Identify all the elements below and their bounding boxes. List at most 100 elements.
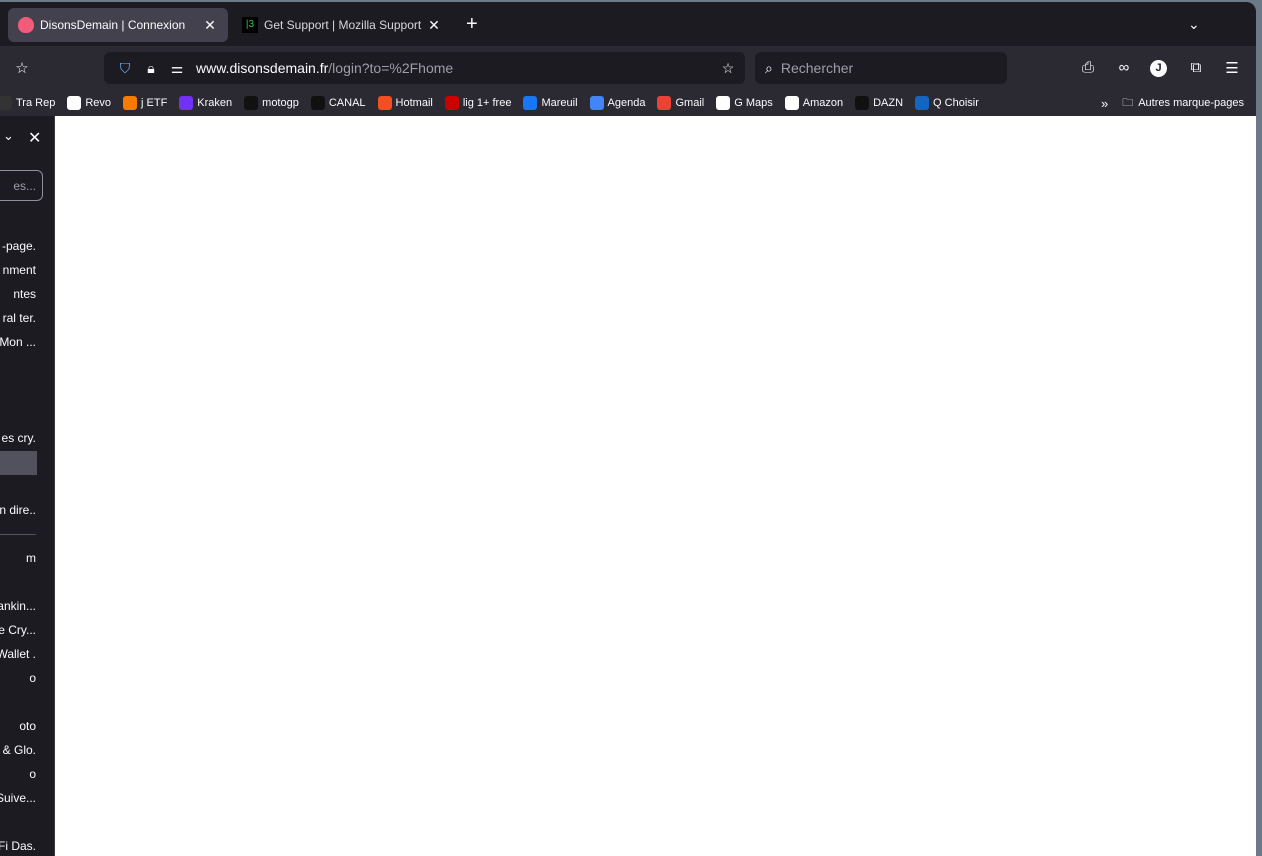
sidebar-bookmark-item[interactable]: o bbox=[29, 671, 36, 685]
browser-window: DisonsDemain | Connexion ✕ |3 Get Suppor… bbox=[0, 2, 1256, 856]
sidebar-bookmark-item[interactable]: n dire.. bbox=[0, 503, 36, 517]
bookmark-item[interactable]: Kraken bbox=[179, 96, 232, 110]
bookmark-item[interactable]: CANAL bbox=[310, 96, 366, 110]
bookmark-label: Hotmail bbox=[395, 97, 433, 109]
bookmark-item[interactable]: Mareuil bbox=[523, 96, 578, 110]
bookmark-favicon-icon bbox=[915, 96, 930, 110]
tab-disonsdemain[interactable]: DisonsDemain | Connexion ✕ bbox=[8, 8, 228, 42]
tab-bar: DisonsDemain | Connexion ✕ |3 Get Suppor… bbox=[0, 2, 1256, 46]
bookmark-favicon-icon bbox=[657, 96, 672, 110]
bookmark-favicon-icon bbox=[179, 96, 194, 110]
sidebar-bookmark-item[interactable]: Fi Das. bbox=[0, 839, 36, 853]
bookmark-item[interactable]: Amazon bbox=[784, 96, 843, 110]
bookmark-favicon-icon bbox=[444, 96, 459, 110]
bookmark-item[interactable]: Tra Rep bbox=[0, 96, 55, 110]
bookmark-page-icon[interactable]: ☆ bbox=[12, 59, 32, 77]
bookmark-favicon-icon bbox=[784, 96, 799, 110]
bookmark-item[interactable]: Agenda bbox=[589, 96, 646, 110]
sidebar-bookmark-item[interactable]: -page. bbox=[2, 239, 36, 253]
bookmark-label: G Maps bbox=[734, 97, 773, 109]
tab-title: DisonsDemain | Connexion bbox=[40, 18, 186, 32]
account-avatar[interactable]: J bbox=[1150, 60, 1167, 77]
bookmark-favicon-icon bbox=[67, 96, 82, 110]
bookmark-item[interactable]: Q Choisir bbox=[915, 96, 979, 110]
heart-icon bbox=[18, 17, 34, 33]
selected-item-highlight[interactable] bbox=[0, 451, 37, 475]
sidebar-bookmark-item[interactable]: nment bbox=[3, 263, 36, 277]
bookmark-favicon-icon bbox=[377, 96, 392, 110]
sidebar-bookmark-item[interactable]: Suive... bbox=[0, 791, 36, 805]
sidebar-bookmark-item[interactable]: ankin... bbox=[0, 599, 36, 613]
print-icon[interactable]: ⎙ bbox=[1078, 59, 1098, 76]
bookmark-label: lig 1+ free bbox=[462, 97, 512, 109]
sidebar-search-placeholder: es... bbox=[13, 179, 36, 193]
bookmark-label: motogp bbox=[262, 97, 299, 109]
bookmark-favicon-icon bbox=[589, 96, 604, 110]
new-tab-button[interactable]: + bbox=[466, 14, 478, 34]
bookmark-label: CANAL bbox=[328, 97, 366, 109]
bookmark-label: Mareuil bbox=[541, 97, 578, 109]
sidebar-bookmark-item[interactable]: ral ter. bbox=[3, 311, 36, 325]
search-placeholder: Rechercher bbox=[780, 60, 854, 76]
bookmark-favicon-icon bbox=[244, 96, 259, 110]
bookmark-label: j ETF bbox=[141, 97, 168, 109]
sidebar-bookmark-item[interactable]: Mon ... bbox=[0, 335, 36, 349]
bookmark-favicon-icon bbox=[523, 96, 538, 110]
star-icon[interactable]: ☆ bbox=[715, 60, 741, 77]
bookmark-item[interactable]: lig 1+ free bbox=[444, 96, 512, 110]
folder-icon: 🗀 bbox=[1122, 96, 1134, 109]
bookmark-item[interactable]: j ETF bbox=[123, 96, 167, 110]
bookmark-favicon-icon bbox=[855, 96, 870, 110]
shield-icon[interactable]: ⛉ bbox=[112, 60, 138, 77]
nav-toolbar: ☆ ⛉ 🔒︎ ⚌ www.disonsdemain.fr/login?to=%2… bbox=[0, 46, 1256, 90]
page-content bbox=[55, 116, 1256, 856]
bookmark-label: Agenda bbox=[607, 97, 646, 109]
bookmark-item[interactable]: motogp bbox=[244, 96, 299, 110]
bookmark-label: Gmail bbox=[675, 97, 705, 109]
lock-icon[interactable]: 🔒︎ bbox=[138, 60, 164, 77]
other-bookmarks-folder[interactable]: Autres marque-pages bbox=[1138, 97, 1244, 109]
bookmarks-toolbar: Tra Rep Revo j ETF Kraken motogp CANAL Hotmail… bbox=[0, 90, 1256, 116]
close-tab-icon[interactable]: ✕ bbox=[426, 17, 442, 34]
sidebar-bookmark-item[interactable]: e Cry... bbox=[0, 623, 36, 637]
tab-mozilla-support[interactable]: |3 Get Support | Mozilla Support ✕ bbox=[232, 8, 452, 42]
bookmark-item[interactable]: G Maps bbox=[716, 96, 773, 110]
chevron-down-icon[interactable]: ⌄ bbox=[3, 128, 14, 144]
bookmark-item[interactable]: Gmail bbox=[657, 96, 704, 110]
chevron-down-icon[interactable]: ⌄ bbox=[1188, 16, 1200, 33]
permissions-icon[interactable]: ⚌ bbox=[164, 60, 190, 77]
bookmark-item[interactable]: DAZN bbox=[855, 96, 903, 110]
sidebar-bookmark-item[interactable]: m bbox=[26, 551, 36, 565]
sidebar-bookmark-item[interactable]: & Glo. bbox=[3, 743, 36, 757]
menu-icon[interactable]: ☰ bbox=[1222, 59, 1242, 77]
divider bbox=[0, 534, 36, 535]
sidebar: ⌄ ✕ es... -page. nment ntes ral ter. Mon ... e… bbox=[0, 116, 55, 856]
tab-title: Get Support | Mozilla Support bbox=[264, 18, 422, 32]
close-icon[interactable]: ✕ bbox=[28, 128, 41, 148]
bookmark-favicon-icon bbox=[123, 96, 138, 110]
bookmark-label: Kraken bbox=[197, 97, 233, 109]
sidebar-bookmark-item[interactable]: o bbox=[29, 767, 36, 781]
bookmark-item[interactable]: Revo bbox=[67, 96, 111, 110]
sidebar-search-input[interactable]: es... bbox=[0, 170, 43, 201]
search-input[interactable]: ⌕ Rechercher bbox=[755, 52, 1007, 84]
bookmark-item[interactable]: Hotmail bbox=[377, 96, 433, 110]
sidebar-bookmark-item[interactable]: es cry. bbox=[2, 431, 36, 445]
chevron-double-right-icon[interactable]: » bbox=[1101, 96, 1108, 111]
sidebar-bookmark-item[interactable]: ntes bbox=[13, 287, 36, 301]
sidebar-bookmark-item[interactable]: Wallet . bbox=[0, 647, 36, 661]
terminal-icon: |3 bbox=[242, 17, 258, 33]
bookmark-label: Q Choisir bbox=[933, 97, 979, 109]
url-domain: www.disonsdemain.fr bbox=[196, 60, 329, 76]
extensions-icon[interactable]: ⧉ bbox=[1186, 59, 1206, 76]
sidebar-bookmark-item[interactable]: oto bbox=[19, 719, 36, 733]
bookmark-label: Revo bbox=[85, 97, 112, 109]
bookmark-favicon-icon bbox=[0, 96, 12, 110]
url-text[interactable]: www.disonsdemain.fr/login?to=%2Fhome bbox=[196, 60, 715, 76]
url-bar[interactable]: ⛉ 🔒︎ ⚌ www.disonsdemain.fr/login?to=%2Fh… bbox=[104, 52, 745, 84]
close-tab-icon[interactable]: ✕ bbox=[202, 17, 218, 34]
search-icon: ⌕ bbox=[765, 59, 773, 76]
bookmark-favicon-icon bbox=[716, 96, 731, 110]
bookmark-label: DAZN bbox=[873, 97, 904, 109]
private-mask-icon[interactable]: ∞ bbox=[1114, 59, 1134, 76]
